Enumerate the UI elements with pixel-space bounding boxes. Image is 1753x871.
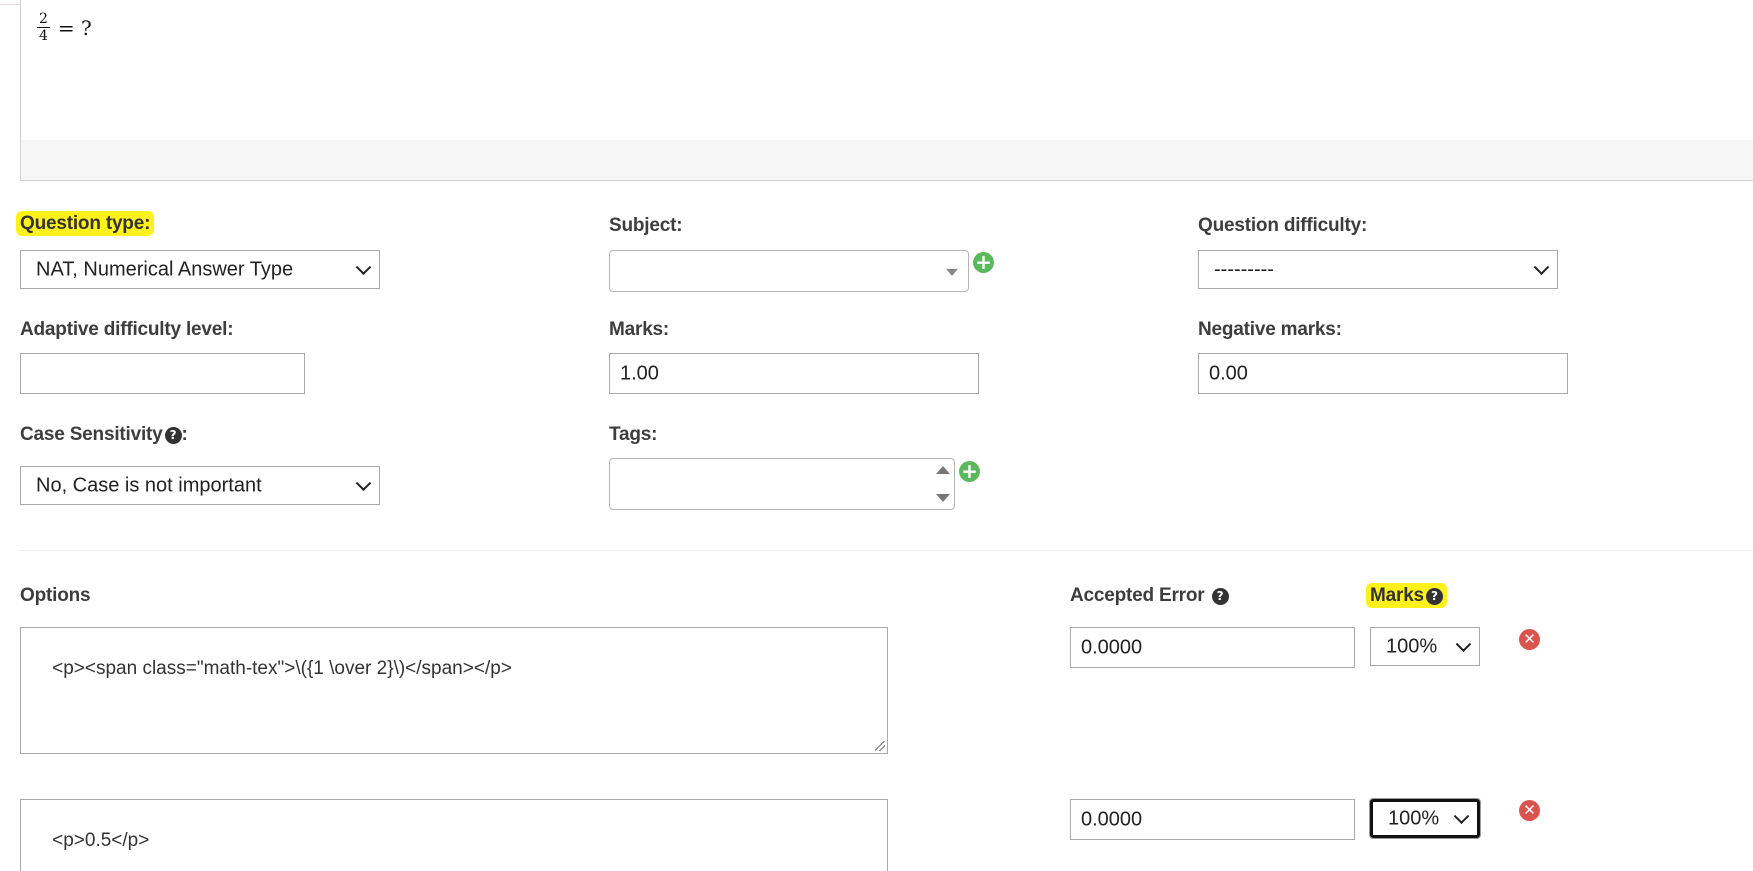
question-difficulty-value: --------- xyxy=(1214,258,1274,280)
chevron-down-icon xyxy=(1453,807,1470,824)
section-divider xyxy=(20,550,1753,551)
chevron-down-icon xyxy=(355,258,372,275)
negative-marks-label: Negative marks: xyxy=(1198,319,1342,340)
question-editor[interactable]: 2 4 = ? xyxy=(20,0,1753,181)
chevron-down-icon xyxy=(1533,258,1550,275)
question-math-preview: 2 4 = ? xyxy=(37,12,92,43)
subject-select[interactable] xyxy=(609,250,969,292)
fraction-numerator: 2 xyxy=(37,11,50,28)
accepted-error-input[interactable]: 0.0000 xyxy=(1070,799,1355,840)
subject-label: Subject: xyxy=(609,215,683,236)
plus-circle-icon[interactable]: + xyxy=(959,461,980,482)
case-sensitivity-select[interactable]: No, Case is not important xyxy=(20,466,380,505)
case-sensitivity-value: No, Case is not important xyxy=(36,474,262,496)
times-circle-icon[interactable]: ✕ xyxy=(1519,629,1540,650)
marks-label: Marks: xyxy=(609,319,670,340)
scroll-up-icon[interactable] xyxy=(936,466,950,474)
adaptive-difficulty-label: Adaptive difficulty level: xyxy=(20,319,234,340)
accepted-error-header-text: Accepted Error xyxy=(1070,585,1205,606)
equation-rest: = ? xyxy=(57,15,92,40)
option-text: <p><span class="math-tex">\({1 \over 2}\… xyxy=(52,658,512,679)
chevron-down-icon xyxy=(1455,635,1472,652)
scroll-down-icon[interactable] xyxy=(936,494,950,502)
editor-status-bar xyxy=(21,140,1753,180)
option-textarea[interactable]: <p>0.5</p> xyxy=(20,799,888,871)
question-circle-icon[interactable]: ? xyxy=(1425,588,1443,605)
tags-select[interactable] xyxy=(609,458,955,510)
option-text: <p>0.5</p> xyxy=(52,830,150,851)
adaptive-difficulty-input[interactable] xyxy=(20,353,305,394)
option-textarea[interactable]: <p><span class="math-tex">\({1 \over 2}\… xyxy=(20,627,888,754)
caret-down-icon xyxy=(946,268,958,276)
question-difficulty-select[interactable]: --------- xyxy=(1198,250,1558,289)
options-header: Options xyxy=(20,585,91,606)
accepted-error-value: 0.0000 xyxy=(1081,636,1143,658)
option-marks-value: 100% xyxy=(1388,807,1440,829)
marks-header: Marks? xyxy=(1366,583,1447,608)
option-marks-select[interactable]: 100% xyxy=(1370,627,1480,666)
accepted-error-header: Accepted Error ? xyxy=(1070,585,1229,607)
question-edit-page: 2 4 = ? Question type: NAT, Numerical An… xyxy=(0,0,1753,871)
question-difficulty-label: Question difficulty: xyxy=(1198,215,1368,236)
marks-input[interactable]: 1.00 xyxy=(609,353,979,394)
fraction: 2 4 xyxy=(37,12,50,43)
case-sensitivity-label-text: Case Sensitivity xyxy=(20,424,163,445)
option-marks-value: 100% xyxy=(1386,635,1438,657)
marks-header-text: Marks xyxy=(1370,585,1424,606)
negative-marks-input[interactable]: 0.00 xyxy=(1198,353,1568,394)
chevron-down-icon xyxy=(355,474,372,491)
question-type-label: Question type: xyxy=(16,211,155,236)
marks-header-highlight: Marks? xyxy=(1366,583,1447,608)
plus-circle-icon[interactable]: + xyxy=(973,252,994,273)
tags-label: Tags: xyxy=(609,424,658,445)
question-circle-icon[interactable]: ? xyxy=(1211,588,1229,605)
case-sensitivity-label: Case Sensitivity?: xyxy=(20,424,188,446)
case-sensitivity-colon: : xyxy=(181,424,188,445)
question-type-label-text: Question type: xyxy=(16,211,155,236)
resize-handle-icon[interactable] xyxy=(875,741,885,751)
question-circle-icon[interactable]: ? xyxy=(164,427,182,444)
marks-value: 1.00 xyxy=(620,362,659,384)
fraction-denominator: 4 xyxy=(39,28,48,44)
question-type-value: NAT, Numerical Answer Type xyxy=(36,258,294,280)
accepted-error-value: 0.0000 xyxy=(1081,808,1143,830)
question-type-select[interactable]: NAT, Numerical Answer Type xyxy=(20,250,380,289)
accepted-error-input[interactable]: 0.0000 xyxy=(1070,627,1355,668)
negative-marks-value: 0.00 xyxy=(1209,362,1248,384)
option-marks-select[interactable]: 100% xyxy=(1369,798,1481,839)
times-circle-icon[interactable]: ✕ xyxy=(1519,800,1540,821)
